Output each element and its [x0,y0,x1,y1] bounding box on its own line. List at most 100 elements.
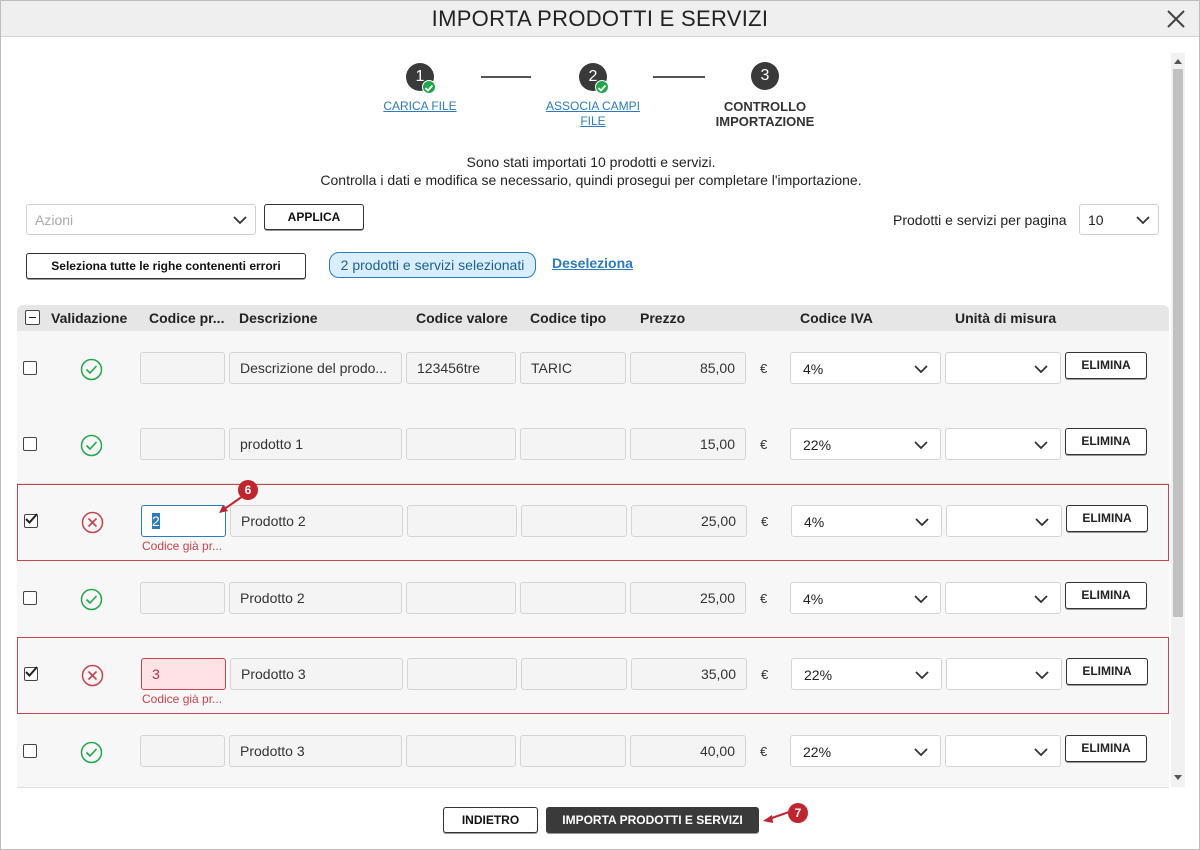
value-code-input[interactable] [406,428,516,460]
code-input[interactable] [140,428,225,460]
row-checkbox[interactable] [23,361,37,375]
unit-select[interactable] [945,735,1061,767]
col-description[interactable]: Descrizione [239,310,318,326]
price-input[interactable]: 15,00 [630,428,746,460]
price-input[interactable]: 40,00 [630,735,746,767]
vat-select[interactable]: 4% [790,582,941,614]
close-icon[interactable] [1165,8,1187,30]
delete-button[interactable]: ELIMINA [1066,658,1148,685]
price-input[interactable]: 25,00 [631,505,747,537]
deselect-link[interactable]: Deseleziona [552,255,633,271]
x-circle-icon [81,664,104,687]
price-input[interactable]: 85,00 [630,352,746,384]
currency-label: € [760,591,768,606]
check-circle-icon [80,434,103,457]
import-dialog: IMPORTA PRODOTTI E SERVIZI 1 CARICA FILE… [0,0,1200,850]
description-input[interactable]: Prodotto 3 [230,658,403,690]
scroll-up-icon[interactable] [1174,58,1182,64]
unit-select[interactable] [946,658,1062,690]
chevron-down-icon [914,748,928,756]
vertical-scrollbar[interactable] [1171,53,1185,787]
check-icon [422,80,436,94]
delete-button[interactable]: ELIMINA [1065,352,1147,379]
value-code-input[interactable] [406,582,516,614]
vat-select[interactable]: 22% [790,428,941,460]
type-code-input[interactable] [521,505,627,537]
vat-select[interactable]: 4% [790,352,941,384]
row-checkbox-checked[interactable] [24,666,38,681]
price-input[interactable]: 35,00 [631,658,747,690]
chevron-down-icon [1034,748,1048,756]
type-code-input[interactable]: TARIC [520,352,626,384]
col-unit[interactable]: Unità di misura [955,310,1056,326]
vat-select[interactable]: 4% [791,505,942,537]
unit-select[interactable] [945,352,1061,384]
unit-select[interactable] [946,505,1062,537]
unit-select[interactable] [945,428,1061,460]
annotation-marker-7: 7 [788,803,808,823]
select-error-rows-button[interactable]: Seleziona tutte le righe contenenti erro… [26,253,306,279]
delete-button[interactable]: ELIMINA [1065,735,1147,762]
per-page-select[interactable]: 10 [1079,204,1159,235]
type-code-input[interactable] [520,735,626,767]
chevron-down-icon [1034,595,1048,603]
value-code-input[interactable] [406,735,516,767]
value-code-input[interactable]: 123456tre [406,352,516,384]
per-page-label: Prodotti e servizi per pagina [893,212,1067,228]
code-input[interactable] [140,735,225,767]
actions-select[interactable]: Azioni [26,204,256,235]
step-1-label[interactable]: CARICA FILE [370,99,470,114]
code-input[interactable]: 2 [141,505,226,537]
code-input[interactable] [140,582,225,614]
chevron-down-icon [915,518,929,526]
description-input[interactable]: prodotto 1 [229,428,402,460]
delete-button[interactable]: ELIMINA [1065,428,1147,455]
row-checkbox-checked[interactable] [24,513,38,528]
table-header: Validazione Codice pr... Descrizione Cod… [17,305,1169,331]
type-code-input[interactable] [521,658,627,690]
table-row: Prodotto 3 40,00 € 22% ELIMINA [17,714,1169,787]
code-input[interactable] [140,352,225,384]
col-vat[interactable]: Codice IVA [800,310,873,326]
footer-divider [17,787,1169,788]
delete-button[interactable]: ELIMINA [1065,582,1147,609]
description-input[interactable]: Prodotto 3 [229,735,402,767]
scroll-down-icon[interactable] [1174,775,1182,781]
value-code-input[interactable] [407,505,517,537]
scroll-thumb[interactable] [1173,69,1183,617]
vat-select[interactable]: 22% [790,735,941,767]
back-button[interactable]: INDIETRO [443,807,538,833]
chevron-down-icon [914,441,928,449]
col-value-code[interactable]: Codice valore [416,310,508,326]
vat-select[interactable]: 22% [791,658,942,690]
delete-button[interactable]: ELIMINA [1066,505,1148,532]
chevron-down-icon [914,365,928,373]
col-price[interactable]: Prezzo [640,310,685,326]
row-checkbox[interactable] [23,591,37,605]
select-all-checkbox[interactable] [25,310,40,325]
code-input[interactable]: 3 [141,658,226,690]
error-message: Codice già pr... [142,692,223,706]
description-input[interactable]: Prodotto 2 [229,582,402,614]
value-code-input[interactable] [407,658,517,690]
type-code-input[interactable] [520,428,626,460]
description-input[interactable]: Descrizione del prodo... [229,352,402,384]
info-line-1: Sono stati importati 10 prodotti e servi… [466,154,716,170]
col-code[interactable]: Codice pr... [149,310,224,326]
table-row: Prodotto 2 25,00 € 4% ELIMINA [17,561,1169,638]
currency-label: € [760,744,768,759]
check-circle-icon [80,588,103,611]
row-checkbox[interactable] [23,744,37,758]
price-input[interactable]: 25,00 [630,582,746,614]
step-2-label[interactable]: ASSOCIA CAMPI FILE [537,99,649,129]
row-checkbox[interactable] [23,437,37,451]
currency-label: € [760,437,768,452]
step-connector [481,76,531,78]
type-code-input[interactable] [520,582,626,614]
col-type-code[interactable]: Codice tipo [530,310,606,326]
chevron-down-icon [1136,215,1150,224]
step-3-label: CONTROLLO IMPORTAZIONE [715,99,815,129]
unit-select[interactable] [945,582,1061,614]
apply-button[interactable]: APPLICA [264,204,364,230]
import-button[interactable]: IMPORTA PRODOTTI E SERVIZI [546,807,759,833]
